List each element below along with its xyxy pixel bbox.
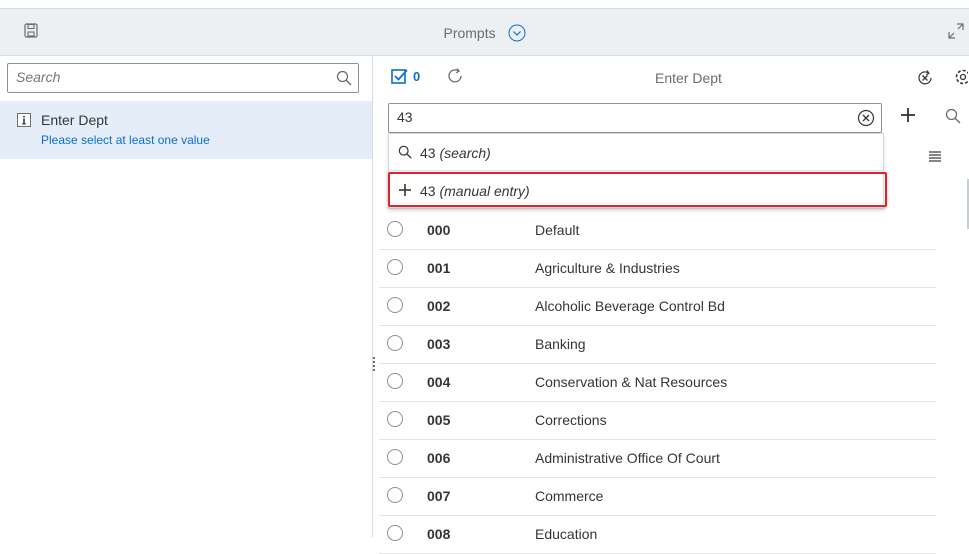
search-values-icon[interactable]	[945, 108, 961, 129]
selected-count: 0	[413, 68, 421, 84]
refresh-icon[interactable]	[447, 67, 465, 90]
radio-button[interactable]	[387, 525, 403, 541]
radio-button[interactable]	[387, 297, 403, 313]
value-code: 002	[427, 298, 451, 314]
prompt-search-input[interactable]	[8, 64, 334, 90]
checkbox-checked-icon	[391, 69, 408, 84]
value-toolbar: 0 Enter Dept	[379, 56, 969, 98]
value-code: 008	[427, 526, 451, 542]
suggestion-dropdown: 43 (search) 43 (manual entry)	[388, 133, 884, 209]
value-row[interactable]: 007 Commerce	[379, 478, 936, 516]
prompt-item-hint: Please select at least one value	[41, 133, 210, 147]
value-row[interactable]: 008 Education	[379, 516, 936, 554]
radio-button[interactable]	[387, 487, 403, 503]
radio-button[interactable]	[387, 335, 403, 351]
suggestion-search-value: 43	[420, 145, 436, 161]
radio-button[interactable]	[387, 373, 403, 389]
value-selection-panel: 0 Enter Dept 43 (search)	[379, 56, 969, 554]
search-icon[interactable]	[336, 70, 352, 91]
panel-splitter-handle[interactable]	[373, 357, 376, 373]
value-code: 000	[427, 222, 451, 238]
prompts-header: Prompts	[0, 9, 969, 56]
radio-button[interactable]	[387, 411, 403, 427]
add-value-button[interactable]	[899, 106, 917, 129]
value-code: 006	[427, 450, 451, 466]
value-row[interactable]: 005 Corrections	[379, 402, 936, 440]
prompt-item-label: Enter Dept	[41, 112, 108, 128]
chevron-down-icon[interactable]	[508, 24, 526, 45]
value-row[interactable]: 000 Default	[379, 212, 936, 250]
value-panel-title: Enter Dept	[655, 70, 722, 86]
value-description: Agriculture & Industries	[535, 260, 680, 276]
list-options-icon[interactable]	[928, 150, 942, 169]
suggestion-manual-entry[interactable]: 43 (manual entry)	[389, 174, 883, 208]
value-description: Alcoholic Beverage Control Bd	[535, 298, 725, 314]
selected-values-toggle[interactable]: 0	[391, 68, 420, 84]
value-row[interactable]: 004 Conservation & Nat Resources	[379, 364, 936, 402]
value-code: 001	[427, 260, 451, 276]
gear-icon[interactable]	[954, 68, 969, 91]
value-description: Banking	[535, 336, 586, 352]
page-title-text: Prompts	[443, 25, 496, 42]
value-list: 000 Default 001 Agriculture & Industries 002…	[379, 212, 936, 554]
value-row[interactable]: 001 Agriculture & Industries	[379, 250, 936, 288]
value-description: Default	[535, 222, 580, 238]
value-description: Conservation & Nat Resources	[535, 374, 728, 390]
value-row[interactable]: 006 Administrative Office Of Court	[379, 440, 936, 478]
value-description: Corrections	[535, 412, 607, 428]
prompt-list-panel: Enter Dept Please select at least one va…	[0, 56, 373, 537]
suggestion-manual-suffix: (manual entry)	[439, 183, 530, 199]
value-entry-box	[388, 103, 882, 133]
value-code: 004	[427, 374, 451, 390]
info-icon	[17, 113, 31, 132]
value-code: 005	[427, 412, 451, 428]
page-title: Prompts	[0, 24, 969, 45]
suggestion-search[interactable]: 43 (search)	[389, 136, 883, 171]
top-border	[0, 0, 969, 9]
radio-button[interactable]	[387, 259, 403, 275]
radio-button[interactable]	[387, 449, 403, 465]
value-description: Administrative Office Of Court	[535, 450, 720, 466]
radio-button[interactable]	[387, 221, 403, 237]
value-row[interactable]: 003 Banking	[379, 326, 936, 364]
plus-icon	[398, 183, 412, 200]
value-row[interactable]: 002 Alcoholic Beverage Control Bd	[379, 288, 936, 326]
value-code: 007	[427, 488, 451, 504]
clear-input-icon[interactable]	[857, 109, 875, 132]
clear-selection-icon[interactable]	[916, 69, 934, 92]
value-description: Commerce	[535, 488, 604, 504]
suggestion-manual-value: 43	[420, 183, 436, 199]
suggestion-search-suffix: (search)	[439, 145, 491, 161]
value-entry-input[interactable]	[389, 104, 845, 130]
value-code: 003	[427, 336, 451, 352]
prompt-search-box	[7, 63, 359, 93]
prompt-item-enter-dept[interactable]: Enter Dept Please select at least one va…	[0, 101, 372, 159]
expand-icon[interactable]	[948, 23, 964, 44]
search-icon	[398, 145, 412, 162]
value-description: Education	[535, 526, 598, 542]
